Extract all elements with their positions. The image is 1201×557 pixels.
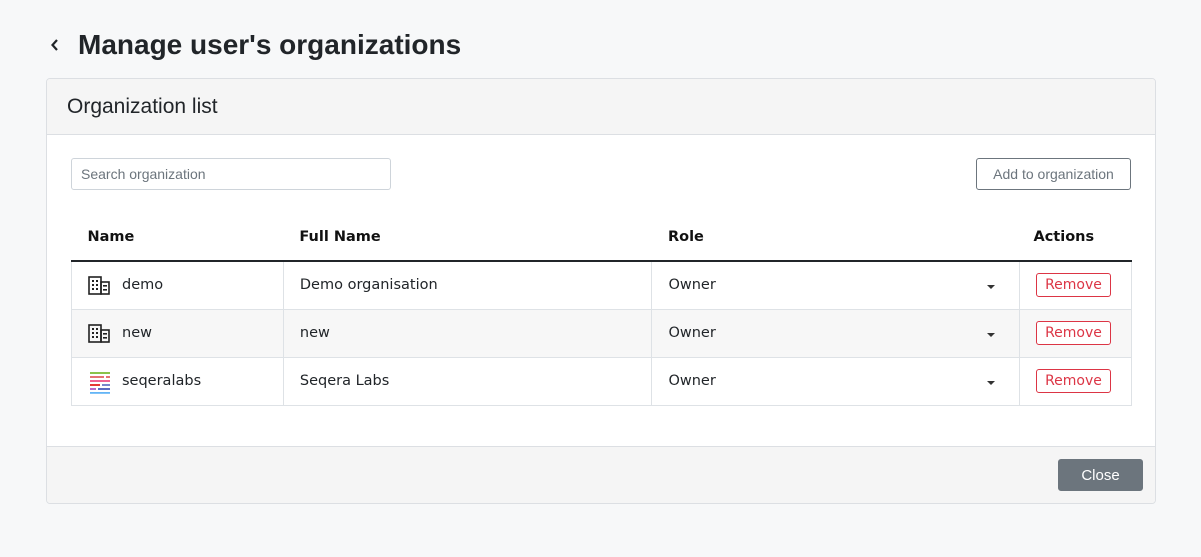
remove-button[interactable]: Remove: [1035, 321, 1111, 345]
close-button[interactable]: Close: [1058, 459, 1143, 491]
role-value: Owner: [668, 373, 716, 389]
name-cell: seqeralabs: [71, 356, 284, 406]
table-row: demo Demo organisation Owner Remove: [71, 260, 1133, 310]
actions-cell: Remove: [1018, 308, 1133, 358]
column-header-full-name: Full Name: [283, 213, 652, 262]
card-footer: Close: [47, 446, 1155, 503]
org-name: new: [122, 325, 152, 341]
caret-down-icon: [986, 333, 995, 337]
building-icon: [88, 274, 112, 298]
table-row: seqeralabs Seqera Labs Owner Remove: [71, 356, 1133, 406]
card-header: Organization list: [47, 79, 1155, 135]
role-cell[interactable]: Owner: [651, 308, 1020, 358]
name-cell: new: [71, 308, 284, 358]
org-name: seqeralabs: [122, 373, 202, 389]
full-name-cell: Demo organisation: [282, 260, 653, 310]
organizations-table: Name Full Name Role Actions demo Demo or…: [71, 213, 1133, 406]
role-select: Owner: [668, 325, 1003, 341]
full-name-cell: new: [282, 308, 653, 358]
organization-list-card: Organization list Add to organization Na…: [46, 78, 1156, 504]
column-header-name: Name: [71, 213, 284, 262]
column-header-role: Role: [651, 213, 1020, 262]
table-row: new new Owner Remove: [71, 308, 1133, 358]
search-input[interactable]: [71, 158, 391, 190]
actions-cell: Remove: [1018, 260, 1133, 310]
table-header-row: Name Full Name Role Actions: [71, 213, 1132, 262]
remove-button[interactable]: Remove: [1035, 273, 1111, 298]
building-icon: [88, 322, 112, 346]
caret-down-icon: [986, 285, 995, 290]
full-name-cell: Seqera Labs: [282, 356, 653, 406]
role-value: Owner: [668, 277, 716, 294]
column-header-actions: Actions: [1019, 213, 1132, 262]
role-select: Owner: [668, 277, 1003, 293]
seqera-logo-icon: [88, 370, 112, 394]
caret-down-icon: [986, 381, 995, 385]
role-value: Owner: [668, 325, 716, 341]
add-to-organization-button[interactable]: Add to organization: [976, 158, 1131, 190]
role-cell[interactable]: Owner: [651, 260, 1020, 310]
remove-button[interactable]: Remove: [1035, 369, 1111, 393]
page-title: Manage user's organizations: [78, 29, 462, 60]
chevron-left-icon[interactable]: [50, 37, 66, 53]
page-header: Manage user's organizations: [50, 26, 461, 64]
role-select: Owner: [668, 373, 1003, 389]
role-cell[interactable]: Owner: [651, 356, 1020, 406]
actions-cell: Remove: [1018, 356, 1133, 406]
org-name: demo: [122, 277, 164, 294]
card-title: Organization list: [67, 94, 218, 118]
name-cell: demo: [71, 260, 284, 310]
